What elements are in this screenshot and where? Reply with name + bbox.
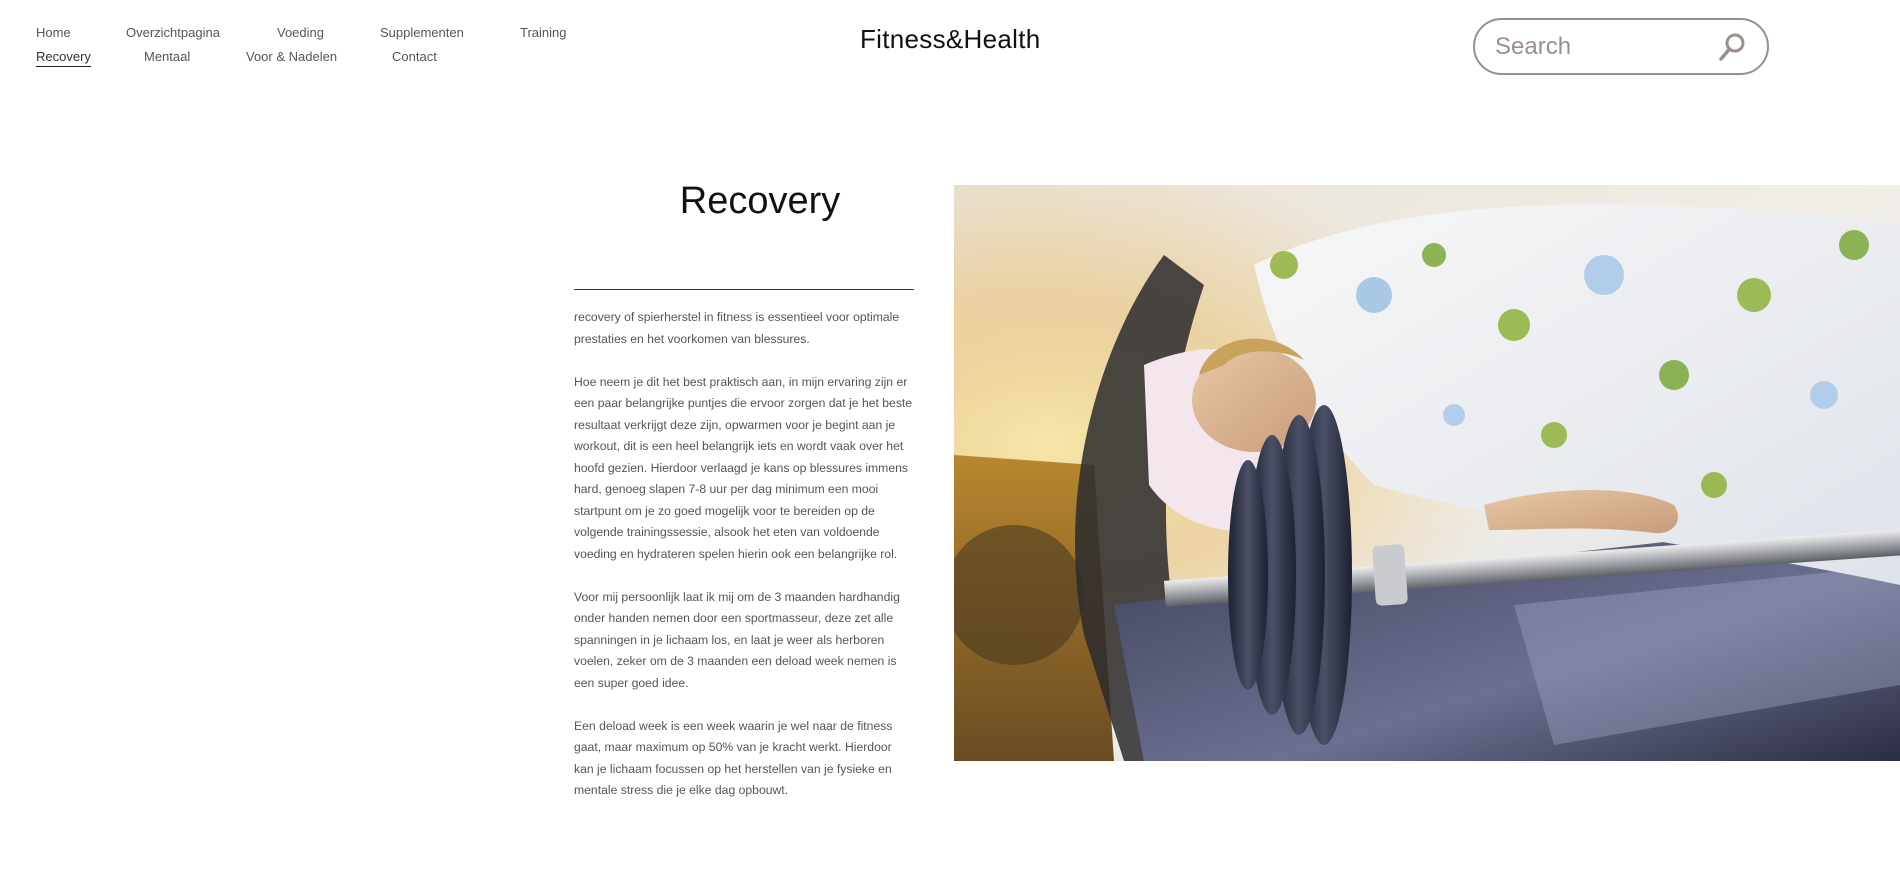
nav-item-contact[interactable]: Contact xyxy=(392,49,437,64)
main-navigation: Home Overzichtpagina Voeding Supplemente… xyxy=(36,20,596,68)
paragraph-personal: Voor mij persoonlijk laat ik mij om de 3… xyxy=(574,589,900,690)
nav-slot-recovery: Recovery xyxy=(36,48,144,67)
paragraph-practical: Hoe neem je dit het best praktisch aan, … xyxy=(574,374,913,561)
nav-row-1: Home Overzichtpagina Voeding Supplemente… xyxy=(36,20,596,44)
page-title: Recovery xyxy=(679,180,841,222)
nav-item-training[interactable]: Training xyxy=(520,25,566,40)
nav-item-voor-nadelen[interactable]: Voor & Nadelen xyxy=(246,49,392,64)
nav-item-supplementen[interactable]: Supplementen xyxy=(380,25,520,40)
nav-item-mentaal[interactable]: Mentaal xyxy=(144,49,246,64)
search-box xyxy=(1473,18,1769,75)
hero-photo xyxy=(954,185,1900,761)
search-input[interactable] xyxy=(1493,31,1717,62)
article-text: recovery of spierherstel in fitness is e… xyxy=(574,307,914,823)
page: Home Overzichtpagina Voeding Supplemente… xyxy=(0,0,1900,884)
nav-item-home[interactable]: Home xyxy=(36,25,126,40)
sleeping-man-with-dumbbell-image xyxy=(954,185,1900,761)
site-logo-text[interactable]: Fitness&Health xyxy=(860,24,1041,55)
title-divider xyxy=(574,289,914,290)
nav-item-voeding[interactable]: Voeding xyxy=(277,25,380,40)
paragraph-intro: recovery of spierherstel in fitness is e… xyxy=(574,310,900,346)
nav-item-overzichtpagina[interactable]: Overzichtpagina xyxy=(126,25,277,40)
search-icon[interactable] xyxy=(1717,32,1747,62)
paragraph-deload: Een deload week is een week waarin je we… xyxy=(574,718,893,798)
nav-row-2: Recovery Mentaal Voor & Nadelen Contact xyxy=(36,44,596,68)
nav-item-recovery[interactable]: Recovery xyxy=(36,48,91,67)
